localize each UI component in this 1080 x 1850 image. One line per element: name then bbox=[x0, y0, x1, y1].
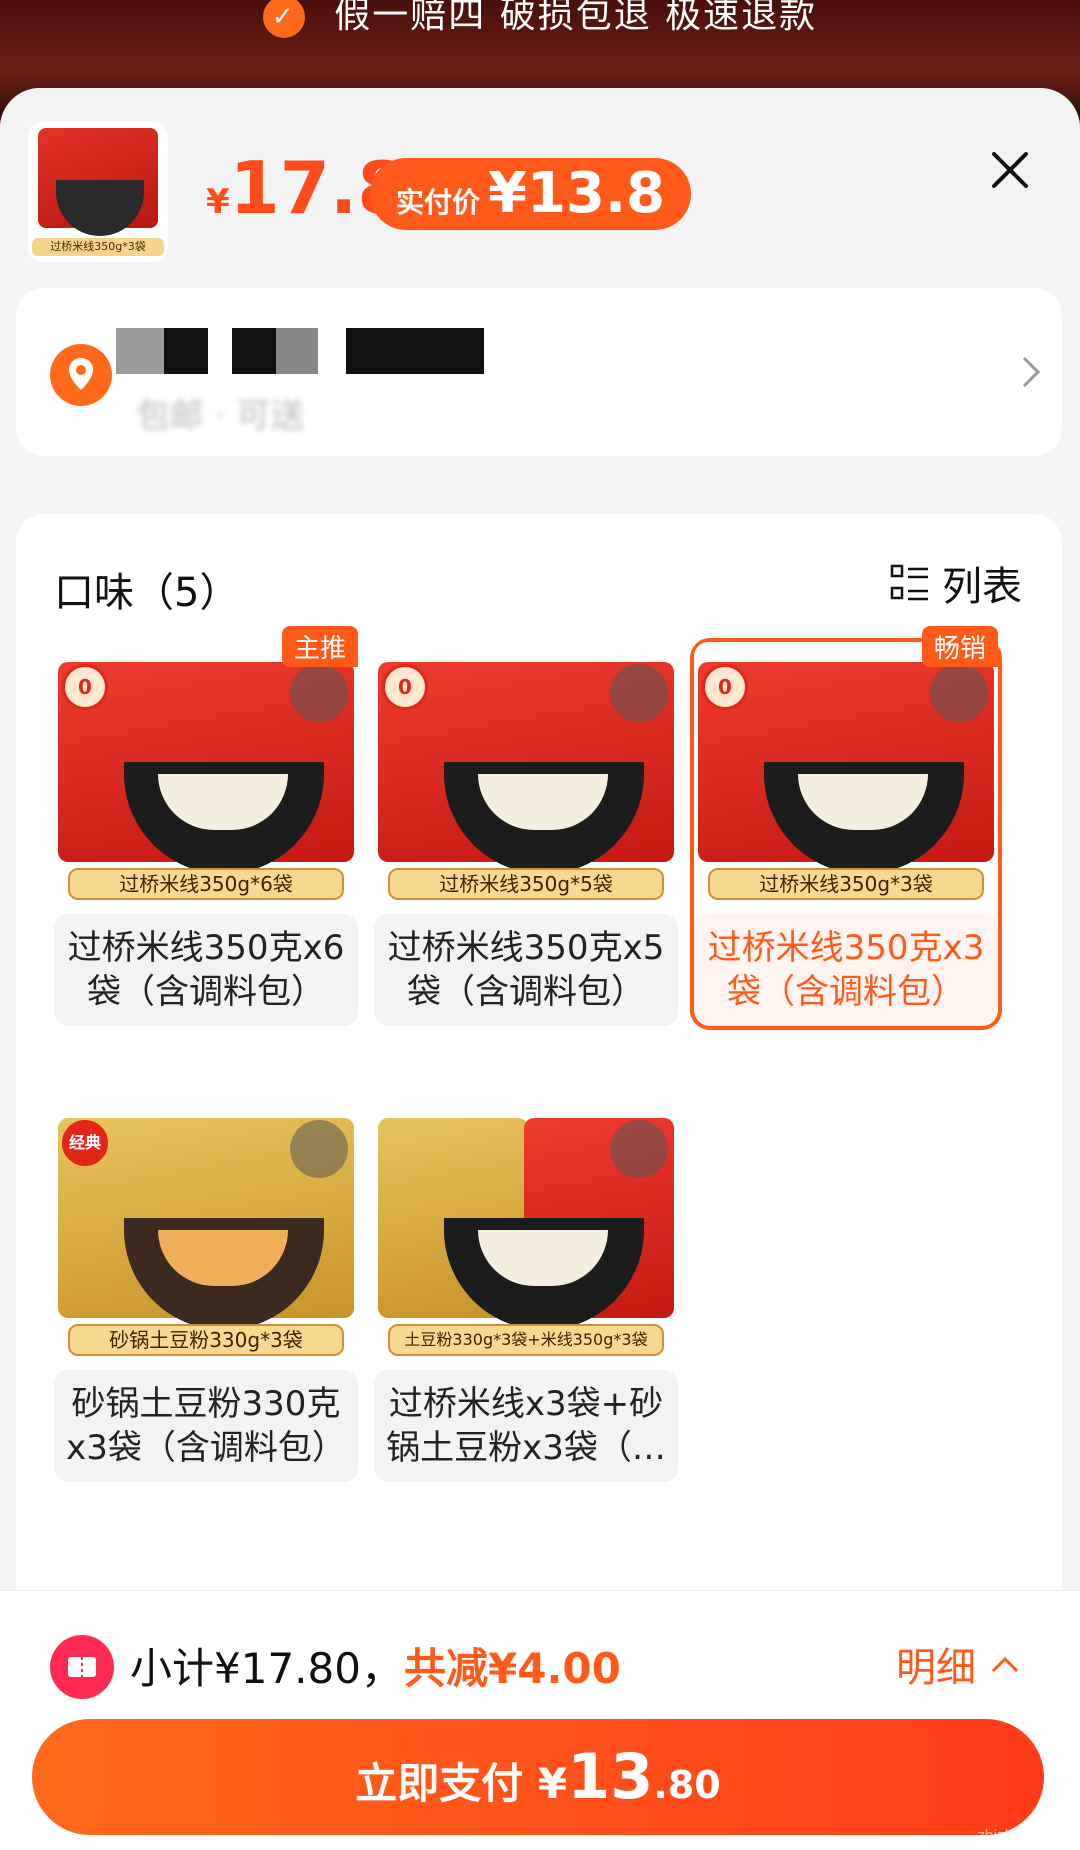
classic-badge: 经典 bbox=[62, 1120, 108, 1166]
pay-amount-dec: .80 bbox=[653, 1763, 721, 1807]
pay-amount-int: 13 bbox=[567, 1740, 654, 1813]
option-image: 0 过桥米线350g*6袋 bbox=[54, 642, 358, 910]
subtotal-text: 小计¥17.80， bbox=[130, 1644, 403, 1693]
option-image: 土豆粉330g*3袋+米线350g*3袋 bbox=[374, 1098, 678, 1366]
coupon-icon bbox=[50, 1635, 114, 1699]
options-title: 口味（5） bbox=[54, 570, 240, 616]
chevron-up-icon bbox=[991, 1656, 1019, 1673]
zero-fat-badge: 0 bbox=[702, 664, 748, 710]
zero-fat-badge: 0 bbox=[382, 664, 428, 710]
redacted-address-block bbox=[116, 328, 164, 374]
option-tag: 畅销 bbox=[921, 626, 998, 667]
paid-amount: ¥13.8 bbox=[488, 161, 666, 226]
pay-label: 立即支付 ¥ bbox=[355, 1759, 568, 1808]
address-selector[interactable]: 包邮 · 可送 bbox=[16, 288, 1062, 456]
pay-now-button[interactable]: 立即支付 ¥13.80 bbox=[32, 1719, 1044, 1835]
option-caption: 过桥米线350g*5袋 bbox=[388, 868, 664, 900]
expand-icon[interactable] bbox=[290, 664, 348, 722]
redacted-address-block bbox=[164, 328, 208, 374]
option-name: 砂锅土豆粉330克x3袋（含调料包） bbox=[54, 1370, 358, 1482]
list-view-label: 列表 bbox=[942, 564, 1022, 610]
sku-selection-sheet: 过桥米线350g*3袋 ¥17.8 实付价 ¥13.8 包邮 · 可送 口味（5… bbox=[0, 88, 1080, 1850]
redacted-address-block bbox=[276, 328, 318, 374]
location-pin-icon bbox=[50, 344, 112, 406]
option-name: 过桥米线x3袋+砂锅土豆粉x3袋（… bbox=[374, 1370, 678, 1482]
expand-icon[interactable] bbox=[290, 1120, 348, 1178]
option-caption: 过桥米线350g*6袋 bbox=[68, 868, 344, 900]
sheet-header: 过桥米线350g*3袋 ¥17.8 实付价 ¥13.8 bbox=[0, 88, 1080, 288]
list-view-toggle[interactable]: 列表 bbox=[890, 558, 1022, 610]
flavor-option[interactable]: 经典 砂锅土豆粉330g*3袋 砂锅土豆粉330克x3袋（含调料包） bbox=[54, 1098, 358, 1482]
checkout-footer: 小计¥17.80， 共减¥4.00 明细 立即支付 ¥13.80 zhizhiz… bbox=[0, 1590, 1080, 1850]
expand-icon[interactable] bbox=[610, 1120, 668, 1178]
option-name: 过桥米线350克x3袋（含调料包） bbox=[694, 914, 998, 1026]
close-icon[interactable] bbox=[984, 144, 1036, 196]
option-caption: 土豆粉330g*3袋+米线350g*3袋 bbox=[388, 1324, 664, 1356]
flavor-option-selected[interactable]: 畅销 0 过桥米线350g*3袋 过桥米线350克x3袋（含调料包） bbox=[690, 626, 1002, 1030]
option-image: 0 过桥米线350g*5袋 bbox=[374, 642, 678, 910]
option-name: 过桥米线350克x5袋（含调料包） bbox=[374, 914, 678, 1026]
thumbnail-caption: 过桥米线350g*3袋 bbox=[32, 238, 164, 256]
price-detail-toggle[interactable]: 明细 bbox=[896, 1635, 1020, 1693]
chevron-right-icon bbox=[1022, 356, 1041, 388]
option-caption: 过桥米线350g*3袋 bbox=[708, 868, 984, 900]
option-image: 0 过桥米线350g*3袋 bbox=[694, 642, 998, 910]
actual-paid-badge: 实付价 ¥13.8 bbox=[370, 158, 692, 230]
watermark: zhizhizhi.com bbox=[977, 1828, 1072, 1844]
option-caption: 砂锅土豆粉330g*3袋 bbox=[68, 1324, 344, 1356]
expand-icon[interactable] bbox=[610, 664, 668, 722]
option-name: 过桥米线350克x6袋（含调料包） bbox=[54, 914, 358, 1026]
flavor-option[interactable]: 主推 0 过桥米线350g*6袋 过桥米线350克x6袋（含调料包） bbox=[54, 626, 358, 1026]
zero-fat-badge: 0 bbox=[62, 664, 108, 710]
flavor-option[interactable]: 土豆粉330g*3袋+米线350g*3袋 过桥米线x3袋+砂锅土豆粉x3袋（… bbox=[374, 1098, 678, 1482]
banner-text: 假一赔四 破损包退 极速退款 bbox=[334, 0, 818, 36]
option-tag: 主推 bbox=[281, 626, 358, 667]
flavor-option[interactable]: 0 过桥米线350g*5袋 过桥米线350克x5袋（含调料包） bbox=[374, 642, 678, 1026]
redacted-address-block bbox=[346, 328, 484, 374]
product-thumbnail[interactable]: 过桥米线350g*3袋 bbox=[28, 122, 168, 262]
shipping-info: 包邮 · 可送 bbox=[136, 396, 305, 436]
redacted-address-block bbox=[232, 328, 276, 374]
price-symbol: ¥ bbox=[206, 182, 230, 222]
discount-text: 共减¥4.00 bbox=[404, 1644, 621, 1693]
paid-label: 实付价 bbox=[396, 186, 481, 219]
shield-check-icon: ✓ bbox=[262, 0, 305, 38]
expand-icon[interactable] bbox=[930, 664, 988, 722]
option-image: 经典 砂锅土豆粉330g*3袋 bbox=[54, 1098, 358, 1366]
detail-label: 明细 bbox=[896, 1645, 976, 1691]
list-icon bbox=[890, 564, 928, 601]
